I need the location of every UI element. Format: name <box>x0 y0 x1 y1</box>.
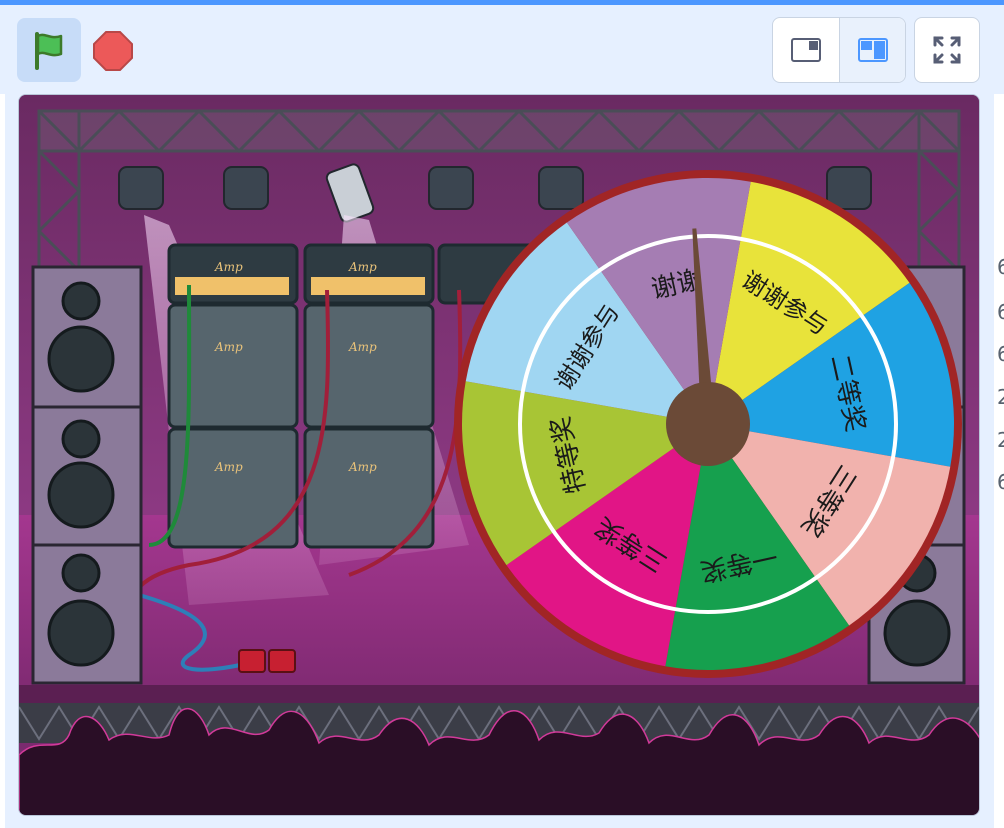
large-stage-icon <box>857 38 888 62</box>
fullscreen-button[interactable] <box>914 17 980 83</box>
prize-wheel[interactable]: 谢谢参与二等奖三等奖一等奖三等奖特等奖谢谢参与谢谢 <box>443 159 973 689</box>
small-stage-button[interactable] <box>773 18 839 82</box>
large-stage-button[interactable] <box>839 18 905 82</box>
gutter-digit: 6 <box>997 255 1004 279</box>
gutter-digit: 2 <box>997 385 1004 409</box>
left-edge <box>0 94 5 828</box>
amp-label-3: Amp <box>214 340 243 354</box>
gutter-digit: 6 <box>997 342 1004 366</box>
stop-button[interactable] <box>88 29 138 73</box>
gutter-digit: 2 <box>997 428 1004 452</box>
wheel-hub[interactable] <box>666 382 750 466</box>
amp-label-1: Amp <box>214 260 243 274</box>
amp-label-5: Amp <box>214 460 243 474</box>
right-gutter <box>994 94 1004 828</box>
green-flag-button[interactable] <box>17 18 81 82</box>
gutter-digit: 6 <box>997 300 1004 324</box>
fullscreen-icon <box>933 36 961 64</box>
green-flag-icon <box>35 32 63 70</box>
stop-sign-icon <box>93 31 133 71</box>
amp-label-2: Amp <box>348 260 377 274</box>
gutter-digit: 6 <box>997 470 1004 494</box>
stage-size-toggle <box>772 17 906 83</box>
stage-canvas[interactable]: Amp Amp Amp Amp Amp Amp 谢谢参与 二等奖 三等奖 一等奖… <box>18 94 980 816</box>
small-stage-icon <box>791 38 821 62</box>
left-speaker-stack <box>31 265 143 685</box>
amp-label-6: Amp <box>348 460 377 474</box>
stage-toolbar <box>0 5 1004 93</box>
amp-label-4: Amp <box>348 340 377 354</box>
